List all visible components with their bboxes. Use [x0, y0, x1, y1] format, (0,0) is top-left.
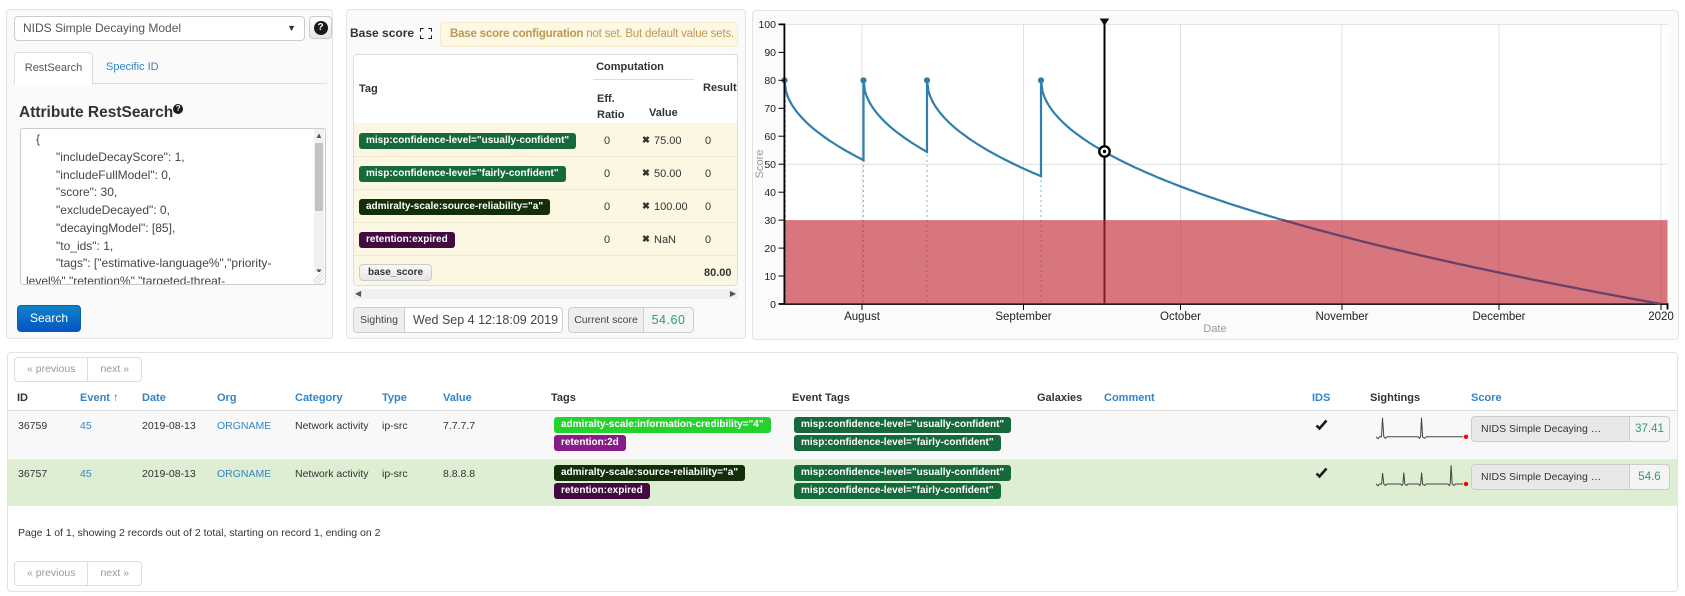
svg-text:70: 70: [764, 103, 776, 115]
svg-text:August: August: [844, 311, 881, 323]
svg-text:0: 0: [770, 299, 776, 311]
svg-text:30: 30: [764, 215, 776, 227]
svg-text:November: November: [1315, 311, 1368, 323]
svg-text:20: 20: [764, 243, 776, 255]
svg-text:100: 100: [758, 19, 776, 31]
svg-text:80: 80: [764, 75, 776, 87]
svg-text:40: 40: [764, 187, 776, 199]
svg-text:October: October: [1160, 311, 1201, 323]
svg-text:60: 60: [764, 131, 776, 143]
svg-text:September: September: [995, 311, 1051, 323]
svg-text:10: 10: [764, 271, 776, 283]
svg-text:Date: Date: [1203, 323, 1226, 335]
svg-text:90: 90: [764, 47, 776, 59]
svg-text:2020: 2020: [1648, 311, 1674, 323]
svg-text:Score: Score: [754, 150, 766, 179]
svg-text:December: December: [1472, 311, 1525, 323]
svg-text:50: 50: [764, 159, 776, 171]
